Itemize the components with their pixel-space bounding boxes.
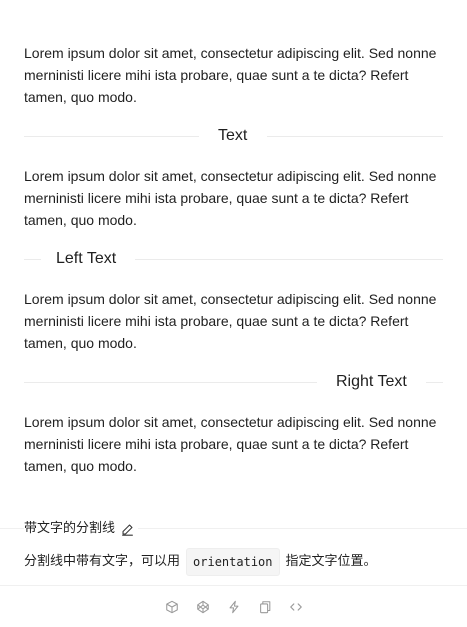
divider-line-right (267, 136, 443, 137)
demo-preview: Lorem ipsum dolor sit amet, consectetur … (0, 0, 467, 505)
paragraph-1: Lorem ipsum dolor sit amet, consectetur … (24, 45, 437, 105)
divider-line-left (24, 136, 199, 137)
divider-text-center: Text (218, 127, 248, 144)
orientation-code: orientation (186, 548, 280, 576)
divider-right: Right Text (24, 371, 443, 393)
desc-text-after: 指定文字位置。 (285, 554, 377, 569)
thunderbolt-icon[interactable] (226, 599, 242, 615)
codepen-icon[interactable] (195, 599, 211, 615)
code-actions (0, 595, 467, 619)
divider-left: Left Text (24, 248, 443, 270)
divider-line-left (24, 259, 41, 260)
divider-center: Text (24, 125, 443, 147)
paragraph-4: Lorem ipsum dolor sit amet, consectetur … (24, 414, 437, 474)
edit-icon[interactable] (121, 523, 134, 536)
copy-icon[interactable] (257, 599, 273, 615)
actions-divider (0, 585, 467, 586)
paragraph-3: Lorem ipsum dolor sit amet, consectetur … (24, 291, 437, 351)
demo-description: 分割线中带有文字，可以用 orientation 指定文字位置。 (24, 548, 377, 576)
divider-text-right: Right Text (336, 373, 407, 390)
desc-text-before: 分割线中带有文字，可以用 (24, 554, 181, 569)
divider-text-left: Left Text (56, 250, 117, 267)
divider-line-right (426, 382, 443, 383)
codesandbox-icon[interactable] (164, 599, 180, 615)
demo-title: 带文字的分割线 (24, 519, 139, 539)
code-expand-icon[interactable] (288, 599, 304, 615)
divider-line-left (24, 382, 317, 383)
demo-title-text: 带文字的分割线 (24, 521, 116, 536)
divider-line-right (135, 259, 443, 260)
paragraph-2: Lorem ipsum dolor sit amet, consectetur … (24, 168, 437, 228)
